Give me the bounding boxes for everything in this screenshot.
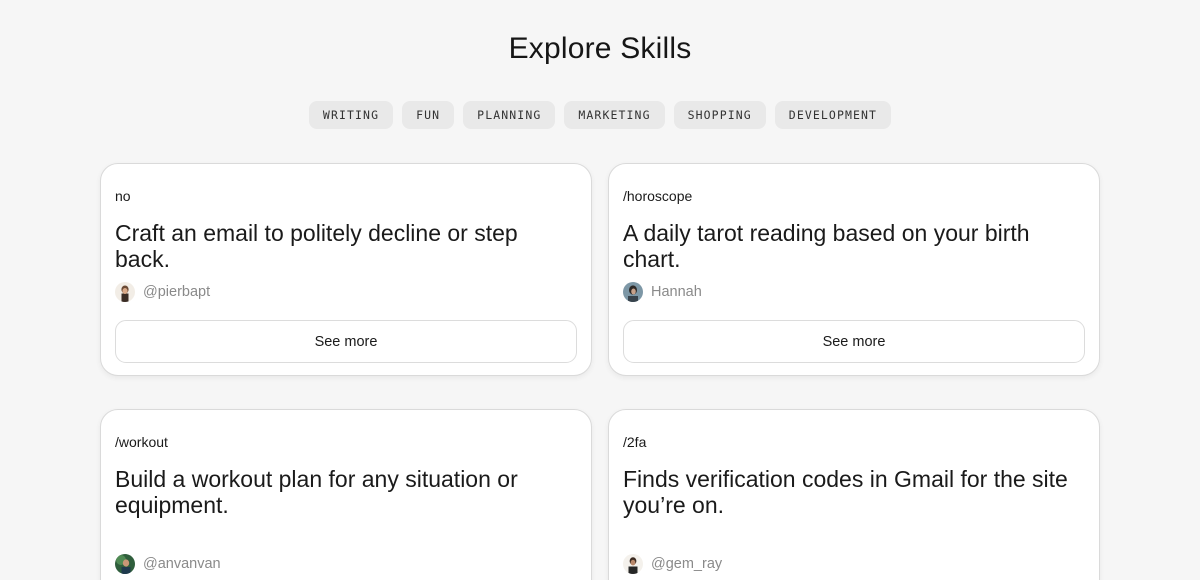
skill-author-name: @gem_ray [651,556,723,572]
skill-author[interactable]: Hannah [623,282,702,302]
skill-command: no [115,188,131,204]
skill-author-name: @pierbapt [143,284,211,300]
skill-description: Craft an email to politely decline or st… [115,220,518,272]
explore-skills-page: Explore Skills WRITING FUN PLANNING MARK… [0,0,1200,580]
skill-author[interactable]: @anvanvan [115,554,221,574]
skill-description: Build a workout plan for any situation o… [115,466,518,518]
skill-command: /2fa [623,434,647,450]
see-more-button[interactable]: See more [115,320,577,363]
skill-author[interactable]: @gem_ray [623,554,722,574]
category-chip-shopping[interactable]: SHOPPING [673,101,766,129]
skill-card-no[interactable]: no Craft an email to politely decline or… [100,163,592,376]
see-more-button[interactable]: See more [623,320,1085,363]
page-title: Explore Skills [508,32,692,65]
skill-description: A daily tarot reading based on your birt… [623,220,1030,272]
avatar-icon [115,554,135,574]
category-filter-bar: WRITING FUN PLANNING MARKETING SHOPPING … [0,101,1200,129]
category-chip-writing[interactable]: WRITING [308,101,394,129]
category-chip-development[interactable]: DEVELOPMENT [774,101,892,129]
skill-description: Finds verification codes in Gmail for th… [623,466,1068,518]
avatar-icon [623,554,643,574]
skill-author[interactable]: @pierbapt [115,282,210,302]
skill-command: /workout [115,434,168,450]
avatar-icon [623,282,643,302]
skill-card-horoscope[interactable]: /horoscope A daily tarot reading based o… [608,163,1100,376]
skill-card-2fa[interactable]: /2fa Finds verification codes in Gmail f… [608,409,1100,580]
skill-command: /horoscope [623,188,693,204]
category-chip-marketing[interactable]: MARKETING [564,101,665,129]
avatar-icon [115,282,135,302]
category-chip-planning[interactable]: PLANNING [463,101,556,129]
skill-author-name: @anvanvan [143,556,221,572]
skill-author-name: Hannah [651,284,702,300]
skill-card-workout[interactable]: /workout Build a workout plan for any si… [100,409,592,580]
category-chip-fun[interactable]: FUN [402,101,455,129]
